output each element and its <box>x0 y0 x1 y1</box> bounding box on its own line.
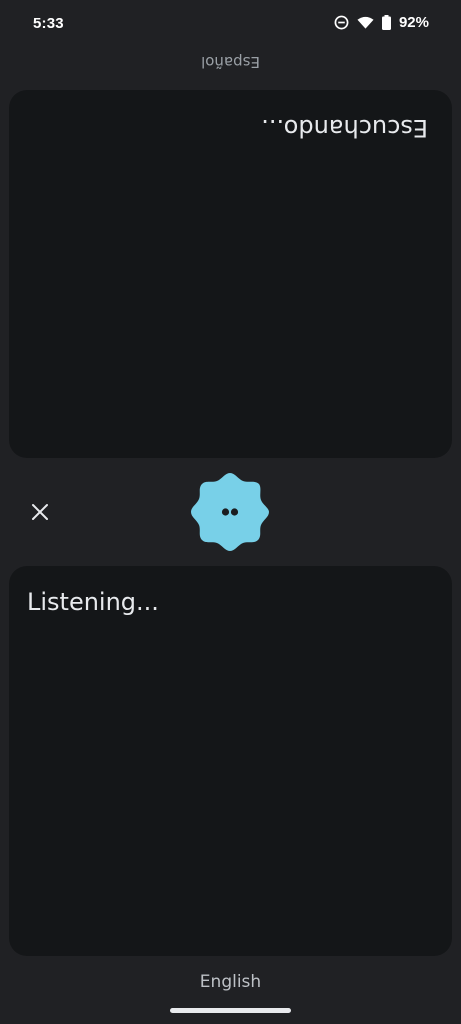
bottom-language-label[interactable]: English <box>0 972 461 992</box>
battery-icon <box>381 15 391 30</box>
top-language-label[interactable]: Español <box>0 50 461 74</box>
listening-blob-icon <box>191 473 269 551</box>
do-not-disturb-icon <box>334 15 349 30</box>
top-panel-text: Escuchando... <box>261 114 428 142</box>
home-indicator[interactable] <box>170 1008 291 1013</box>
bottom-panel-text: Listening... <box>27 588 159 616</box>
close-icon <box>32 504 48 520</box>
status-time: 5:33 <box>33 15 64 32</box>
bottom-translation-panel: Listening... <box>9 566 452 956</box>
top-translation-panel: Escuchando... <box>9 90 452 458</box>
status-icons: 92% <box>334 14 429 31</box>
close-button[interactable] <box>20 492 60 532</box>
status-bar: 5:33 92% <box>0 0 461 50</box>
battery-percent: 92% <box>398 14 429 31</box>
wifi-icon <box>357 16 374 30</box>
listening-blob-button[interactable] <box>188 470 272 554</box>
